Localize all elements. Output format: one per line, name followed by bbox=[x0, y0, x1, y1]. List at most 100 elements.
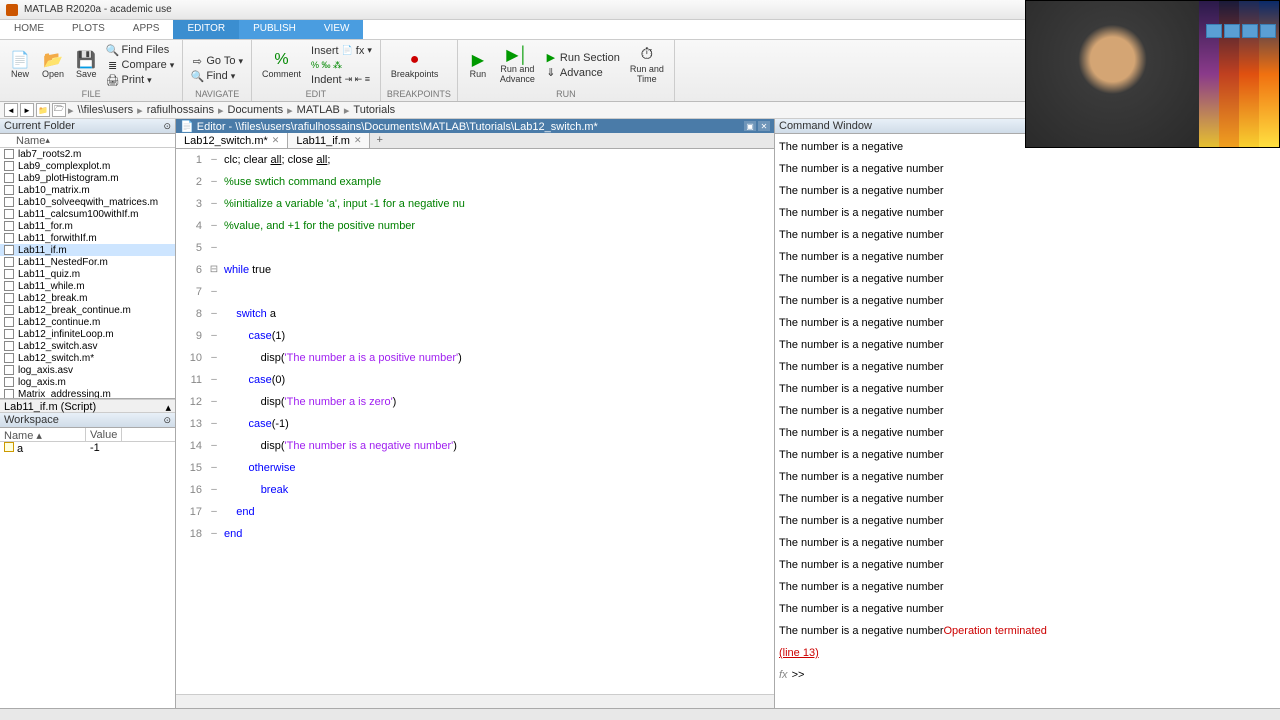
file-item[interactable]: Lab12_break.m bbox=[0, 292, 175, 304]
mfile-icon bbox=[4, 233, 14, 243]
insert-button[interactable]: Insert 📄 fx ▾ bbox=[309, 44, 374, 58]
indent-button[interactable]: Indent ⇥ ⇤ ≡ bbox=[309, 73, 374, 87]
workspace-row[interactable]: a -1 bbox=[0, 442, 175, 455]
breadcrumb-seg[interactable]: rafiulhossains bbox=[145, 104, 216, 116]
file-item[interactable]: Lab12_break_continue.m bbox=[0, 304, 175, 316]
presenter-video bbox=[1026, 1, 1199, 147]
file-item[interactable]: Lab10_matrix.m bbox=[0, 184, 175, 196]
find-files-button[interactable]: 🔍Find Files bbox=[105, 43, 177, 57]
qa-copy-button[interactable] bbox=[1242, 24, 1258, 38]
mfile-icon bbox=[4, 257, 14, 267]
qa-cut-button[interactable] bbox=[1224, 24, 1240, 38]
ws-name-col[interactable]: Name ▴ bbox=[0, 428, 86, 441]
file-item[interactable]: lab7_roots2.m bbox=[0, 148, 175, 160]
advance-button[interactable]: ⇓Advance bbox=[543, 66, 622, 80]
file-item[interactable]: Lab11_if.m bbox=[0, 244, 175, 256]
webcam-overlay bbox=[1025, 0, 1280, 148]
comment-button[interactable]: %Comment bbox=[258, 42, 305, 88]
editor-tab[interactable]: Lab11_if.m✕ bbox=[288, 133, 370, 148]
forward-button[interactable]: ► bbox=[20, 103, 34, 117]
breadcrumb-seg[interactable]: MATLAB bbox=[295, 104, 342, 116]
file-item[interactable]: Lab11_for.m bbox=[0, 220, 175, 232]
goto-icon: ⇨ bbox=[191, 55, 203, 67]
compare-icon: ≣ bbox=[107, 59, 119, 71]
ws-value-col[interactable]: Value bbox=[86, 428, 122, 441]
mfile-icon bbox=[4, 209, 14, 219]
mfile-icon bbox=[4, 161, 14, 171]
tab-publish[interactable]: PUBLISH bbox=[239, 20, 310, 39]
back-button[interactable]: ◄ bbox=[4, 103, 18, 117]
qa-save-button[interactable] bbox=[1206, 24, 1222, 38]
run-time-button[interactable]: ⏱Run and Time bbox=[626, 42, 668, 88]
print-icon: 🖨 bbox=[107, 74, 119, 86]
comment-inline-button[interactable]: % ‰ ⁂ bbox=[309, 59, 374, 72]
script-info-bar[interactable]: Lab11_if.m (Script)▴ bbox=[0, 399, 175, 413]
file-item[interactable]: Lab11_while.m bbox=[0, 280, 175, 292]
close-icon[interactable]: ✕ bbox=[354, 135, 362, 146]
mfile-icon bbox=[4, 149, 14, 159]
file-item[interactable]: Lab12_infiniteLoop.m bbox=[0, 328, 175, 340]
file-item[interactable]: Lab11_forwithIf.m bbox=[0, 232, 175, 244]
tab-view[interactable]: VIEW bbox=[310, 20, 364, 39]
editor-tabs: Lab12_switch.m*✕ Lab11_if.m✕ + bbox=[176, 133, 774, 149]
file-item[interactable]: Lab9_plotHistogram.m bbox=[0, 172, 175, 184]
mfile-icon bbox=[4, 365, 14, 375]
editor-undock-button[interactable]: ▣ bbox=[744, 121, 756, 131]
breadcrumb-seg[interactable]: \\files\users bbox=[76, 104, 136, 116]
statusbar bbox=[0, 708, 1280, 720]
breakpoints-button[interactable]: ●Breakpoints bbox=[387, 42, 443, 88]
editor-tab[interactable]: Lab12_switch.m*✕ bbox=[176, 133, 288, 148]
file-item[interactable]: log_axis.asv bbox=[0, 364, 175, 376]
mfile-icon bbox=[4, 197, 14, 207]
mfile-icon bbox=[4, 305, 14, 315]
browse-button[interactable]: 🗁 bbox=[52, 103, 66, 117]
advance-icon: ⇓ bbox=[545, 67, 557, 79]
workspace-header: Workspace ⊙ bbox=[0, 413, 175, 428]
mfile-icon bbox=[4, 329, 14, 339]
file-item[interactable]: Matrix_addressing.m bbox=[0, 388, 175, 399]
file-item[interactable]: Lab11_quiz.m bbox=[0, 268, 175, 280]
tab-editor[interactable]: EDITOR bbox=[173, 20, 239, 39]
new-button[interactable]: 📄New bbox=[6, 42, 34, 88]
qa-paste-button[interactable] bbox=[1260, 24, 1276, 38]
save-button[interactable]: 💾Save bbox=[72, 42, 101, 88]
folder-name-col[interactable]: Name ▴ bbox=[0, 134, 175, 148]
new-file-icon: 📄 bbox=[10, 50, 30, 70]
file-item[interactable]: Lab12_continue.m bbox=[0, 316, 175, 328]
run-button[interactable]: ▶Run bbox=[464, 42, 492, 88]
compare-button[interactable]: ≣Compare ▾ bbox=[105, 58, 177, 72]
up-button[interactable]: 📁 bbox=[36, 103, 50, 117]
run-section-button[interactable]: ▶Run Section bbox=[543, 51, 622, 65]
print-button[interactable]: 🖨Print ▾ bbox=[105, 73, 177, 87]
panel-dropdown-icon[interactable]: ⊙ bbox=[163, 415, 171, 426]
tab-home[interactable]: HOME bbox=[0, 20, 58, 39]
file-item[interactable]: log_axis.m bbox=[0, 376, 175, 388]
file-list: lab7_roots2.mLab9_complexplot.mLab9_plot… bbox=[0, 148, 175, 399]
tab-apps[interactable]: APPS bbox=[119, 20, 174, 39]
file-item[interactable]: Lab12_switch.m* bbox=[0, 352, 175, 364]
breakpoint-icon: ● bbox=[405, 50, 425, 70]
run-advance-button[interactable]: ▶│Run and Advance bbox=[496, 42, 539, 88]
new-tab-button[interactable]: + bbox=[370, 133, 388, 148]
close-icon[interactable]: ✕ bbox=[272, 135, 280, 146]
file-item[interactable]: Lab11_NestedFor.m bbox=[0, 256, 175, 268]
code-editor[interactable]: 123456789101112131415161718 –––––⊟––––––… bbox=[176, 149, 774, 694]
fx-prompt-icon: fx bbox=[779, 669, 788, 681]
file-item[interactable]: Lab10_solveeqwith_matrices.m bbox=[0, 196, 175, 208]
file-item[interactable]: Lab11_calcsum100withIf.m bbox=[0, 208, 175, 220]
panel-dropdown-icon[interactable]: ⊙ bbox=[163, 121, 171, 132]
mfile-icon bbox=[4, 317, 14, 327]
breadcrumb-seg[interactable]: Tutorials bbox=[351, 104, 397, 116]
command-window-body[interactable]: The number is a negativeThe number is a … bbox=[775, 134, 1280, 708]
group-breakpoints-label: BREAKPOINTS bbox=[387, 88, 451, 99]
tab-plots[interactable]: PLOTS bbox=[58, 20, 119, 39]
file-item[interactable]: Lab12_switch.asv bbox=[0, 340, 175, 352]
editor-close-button[interactable]: ✕ bbox=[758, 121, 770, 131]
breadcrumb-seg[interactable]: Documents bbox=[226, 104, 286, 116]
editor-scrollbar[interactable] bbox=[176, 694, 774, 708]
goto-button[interactable]: ⇨Go To ▾ bbox=[189, 54, 245, 68]
open-button[interactable]: 📂Open bbox=[38, 42, 68, 88]
find-button[interactable]: 🔍Find ▾ bbox=[189, 69, 245, 83]
file-item[interactable]: Lab9_complexplot.m bbox=[0, 160, 175, 172]
comment-icon: % bbox=[272, 50, 292, 70]
